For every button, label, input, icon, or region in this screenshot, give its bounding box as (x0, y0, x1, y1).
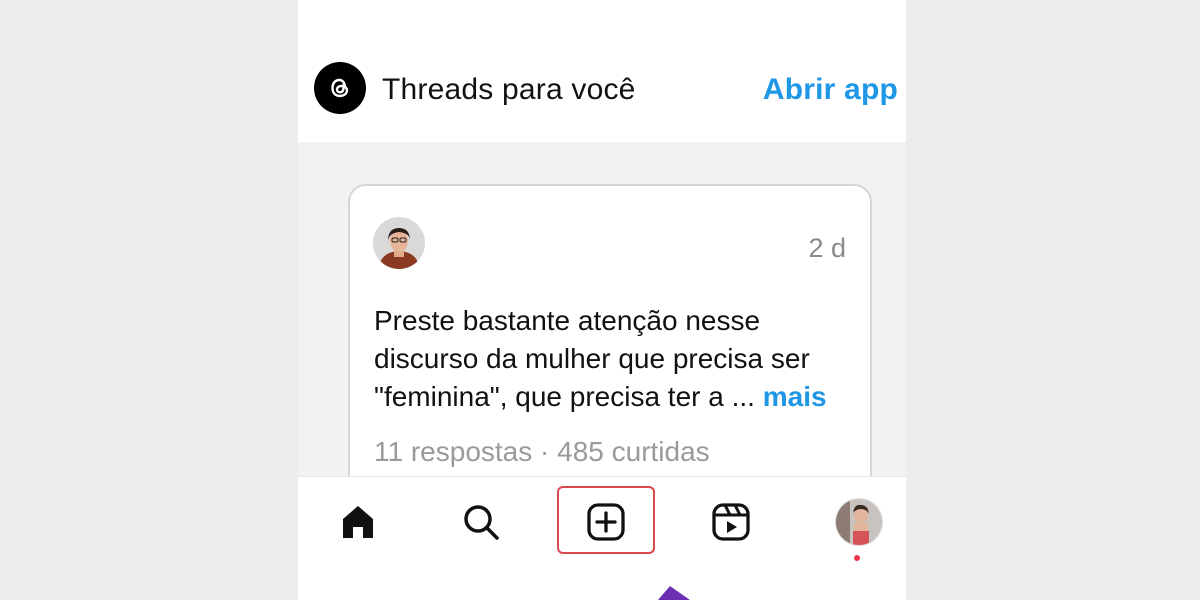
post-timestamp: 2 d (808, 233, 846, 263)
profile-avatar[interactable] (835, 498, 883, 546)
bottom-nav (298, 476, 906, 600)
thread-post-card[interactable]: 2 d Preste bastante atenção nesse discur… (348, 184, 872, 518)
open-app-link[interactable]: Abrir app (763, 73, 898, 107)
reels-icon[interactable] (706, 497, 756, 547)
more-link[interactable]: mais (763, 381, 827, 412)
top-spacer (298, 0, 906, 40)
post-body: Preste bastante atenção nesse discurso d… (374, 305, 810, 412)
search-icon[interactable] (456, 497, 506, 547)
author-avatar[interactable] (373, 217, 425, 269)
threads-logo-icon (314, 62, 366, 114)
home-icon[interactable] (333, 497, 383, 547)
phone-screen: Threads para você Abrir app 2 d Preste b… (298, 0, 906, 600)
post-stats[interactable]: 11 respostas · 485 curtidas (374, 436, 710, 468)
banner-title: Threads para você (382, 73, 636, 106)
post-text: Preste bastante atenção nesse discurso d… (374, 302, 854, 416)
threads-banner: Threads para você Abrir app (298, 40, 906, 142)
plus-square-icon[interactable] (581, 497, 631, 547)
notification-dot (854, 555, 860, 561)
cursor-arrow-icon (658, 586, 690, 600)
